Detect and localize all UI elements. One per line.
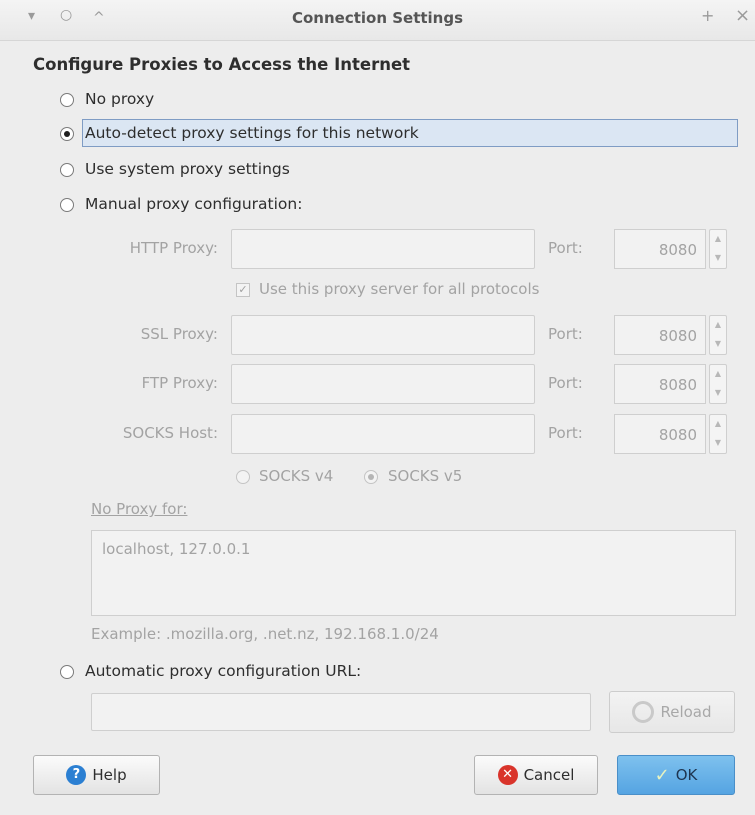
socks-port-label: Port: bbox=[548, 424, 583, 442]
system-proxy-radio[interactable] bbox=[60, 163, 74, 177]
socks-v4-label: SOCKS v4 bbox=[259, 467, 334, 485]
ftp-proxy-label: FTP Proxy: bbox=[141, 374, 218, 392]
reload-icon bbox=[632, 701, 655, 723]
cancel-label: Cancel bbox=[523, 766, 575, 784]
ok-label: OK bbox=[675, 766, 698, 784]
http-proxy-label: HTTP Proxy: bbox=[129, 239, 218, 257]
http-port-stepper[interactable]: ▲ ▼ bbox=[709, 229, 727, 269]
ssl-port-label: Port: bbox=[548, 325, 583, 343]
ftp-port-label: Port: bbox=[548, 374, 583, 392]
ssl-port-stepper[interactable]: ▲ ▼ bbox=[709, 315, 727, 355]
reload-label: Reload bbox=[660, 703, 712, 721]
help-icon: ? bbox=[66, 765, 87, 785]
title-bar: ▾ ○ ^ Connection Settings + × bbox=[0, 0, 755, 41]
ftp-port-stepper[interactable]: ▲ ▼ bbox=[709, 364, 727, 404]
socks-host-label: SOCKS Host: bbox=[122, 424, 218, 442]
socks-v5-radio[interactable] bbox=[364, 470, 378, 484]
cancel-icon: ✕ bbox=[497, 765, 518, 785]
system-proxy-label[interactable]: Use system proxy settings bbox=[85, 160, 290, 178]
http-proxy-input[interactable] bbox=[231, 229, 535, 269]
socks-v4-radio[interactable] bbox=[236, 470, 250, 484]
window-title: Connection Settings bbox=[291, 9, 464, 27]
cancel-button[interactable]: ✕ Cancel bbox=[474, 755, 598, 795]
ftp-proxy-input[interactable] bbox=[231, 364, 535, 404]
use-all-protocols-label: Use this proxy server for all protocols bbox=[259, 280, 540, 298]
checkmark-icon: ✓ bbox=[654, 764, 670, 786]
manual-proxy-label[interactable]: Manual proxy configuration: bbox=[85, 195, 302, 213]
no-proxy-label[interactable]: No proxy bbox=[85, 90, 154, 108]
socks-v5-label: SOCKS v5 bbox=[388, 467, 463, 485]
ssl-proxy-label: SSL Proxy: bbox=[140, 325, 218, 343]
auto-url-input[interactable] bbox=[91, 693, 591, 731]
help-button[interactable]: ? Help bbox=[33, 755, 160, 795]
no-proxy-radio[interactable] bbox=[60, 93, 74, 107]
ssl-port-input[interactable]: 8080 bbox=[614, 315, 706, 355]
auto-detect-label[interactable]: Auto-detect proxy settings for this netw… bbox=[85, 124, 419, 142]
close-icon[interactable]: × bbox=[735, 5, 750, 26]
ok-button[interactable]: ✓ OK bbox=[617, 755, 735, 795]
help-label: Help bbox=[92, 766, 127, 784]
auto-detect-radio[interactable] bbox=[60, 127, 74, 141]
http-port-input[interactable]: 8080 bbox=[614, 229, 706, 269]
no-proxy-for-label: No Proxy for: bbox=[91, 500, 188, 518]
auto-url-label[interactable]: Automatic proxy configuration URL: bbox=[85, 662, 361, 680]
socks-host-input[interactable] bbox=[231, 414, 535, 454]
socks-port-input[interactable]: 8080 bbox=[614, 414, 706, 454]
no-proxy-for-textarea[interactable]: localhost, 127.0.0.1 bbox=[91, 530, 736, 616]
http-port-label: Port: bbox=[548, 239, 583, 257]
socks-port-stepper[interactable]: ▲ ▼ bbox=[709, 414, 727, 454]
ftp-port-input[interactable]: 8080 bbox=[614, 364, 706, 404]
section-heading: Configure Proxies to Access the Internet bbox=[33, 55, 411, 74]
auto-url-radio[interactable] bbox=[60, 665, 74, 679]
manual-proxy-radio[interactable] bbox=[60, 198, 74, 212]
ssl-proxy-input[interactable] bbox=[231, 315, 535, 355]
no-proxy-example: Example: .mozilla.org, .net.nz, 192.168.… bbox=[91, 625, 439, 643]
use-all-protocols-checkbox[interactable]: ✓ bbox=[236, 283, 250, 297]
reload-button[interactable]: Reload bbox=[609, 691, 735, 733]
pin-icon[interactable]: + bbox=[701, 6, 714, 25]
